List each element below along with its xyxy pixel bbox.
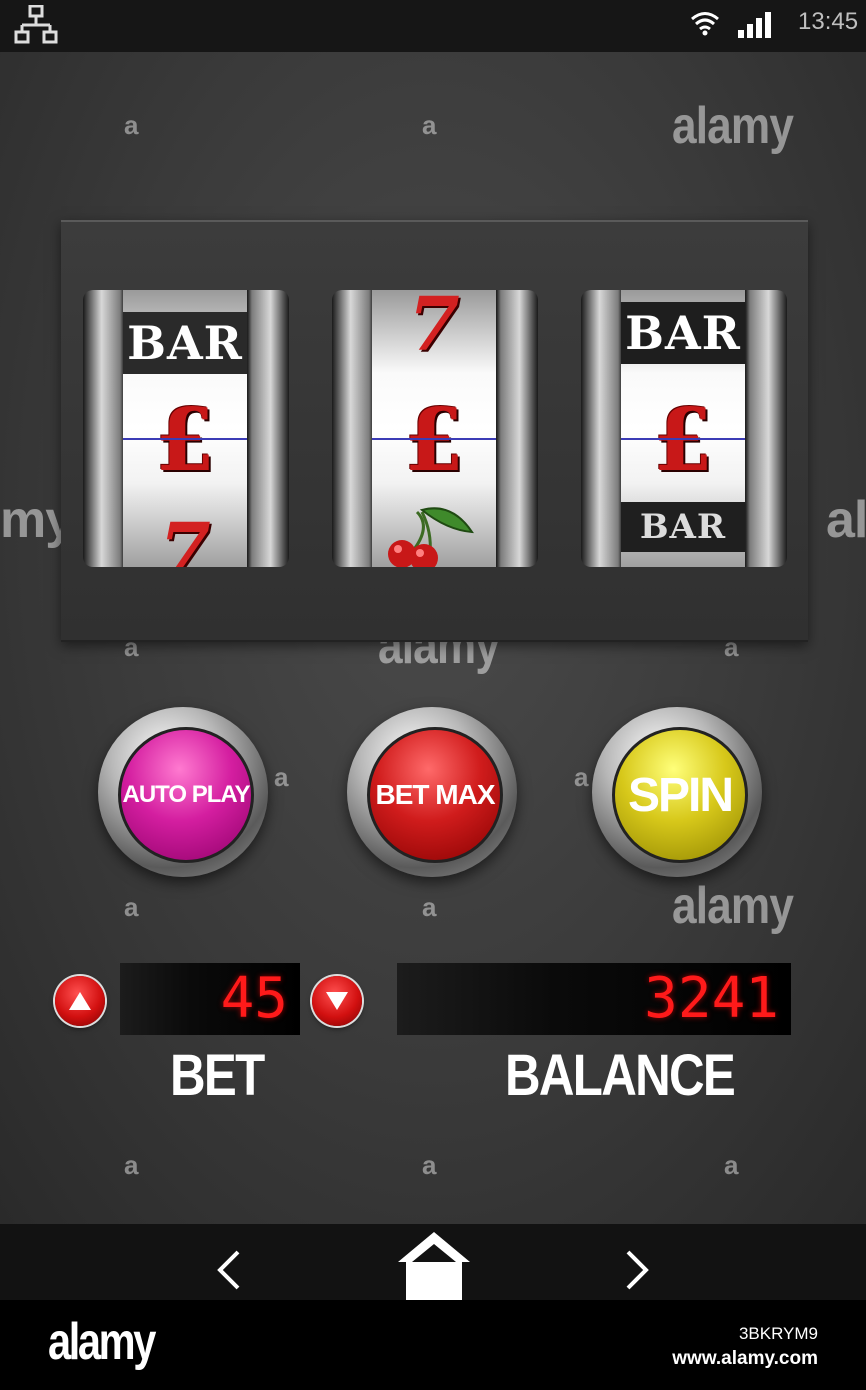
footer-url: www.alamy.com xyxy=(672,1348,818,1369)
reel-2: 7 £ xyxy=(332,290,538,567)
bet-decrease-button[interactable] xyxy=(312,976,362,1026)
spin-button[interactable]: SPIN xyxy=(592,707,762,877)
triangle-up-icon xyxy=(69,992,91,1010)
payline xyxy=(372,438,496,440)
auto-play-label: AUTO PLAY xyxy=(118,727,254,863)
bet-max-button[interactable]: BET MAX xyxy=(347,707,517,877)
footer-banner: alamy 3BKRYM9 www.alamy.com xyxy=(0,1300,866,1390)
wifi-icon xyxy=(691,12,719,36)
chevron-left-icon[interactable] xyxy=(212,1248,246,1292)
reel-symbol-middle: £ xyxy=(404,390,464,491)
bet-increase-button[interactable] xyxy=(55,976,105,1026)
status-time: 13:45 xyxy=(798,8,859,35)
auto-play-button[interactable]: AUTO PLAY xyxy=(98,707,268,877)
balance-display: 3241 xyxy=(397,963,791,1035)
triangle-down-icon xyxy=(326,992,348,1010)
bet-label: BET xyxy=(170,1043,265,1108)
cherry-icon xyxy=(388,507,474,567)
image-id: 3BKRYM9 xyxy=(738,1324,818,1343)
reel-symbol-bottom: BAR xyxy=(621,502,745,552)
reel-strip: BAR £ BAR xyxy=(621,290,745,567)
balance-label: BALANCE xyxy=(505,1043,736,1108)
network-icon xyxy=(14,5,58,44)
reel-symbol-top: BAR xyxy=(621,302,745,364)
chevron-right-icon[interactable] xyxy=(620,1248,654,1292)
reel-symbol-middle: £ xyxy=(653,390,713,491)
navigation-bar xyxy=(0,1224,866,1300)
bet-display: 45 xyxy=(120,963,300,1035)
reel-3: BAR £ BAR xyxy=(581,290,787,567)
reel-symbol-bottom: 7 xyxy=(159,508,211,567)
payline xyxy=(123,438,247,440)
reel-symbol-middle: £ xyxy=(155,390,215,491)
reel-strip: 7 £ xyxy=(372,290,496,567)
spin-label: SPIN xyxy=(612,727,748,863)
home-icon[interactable] xyxy=(396,1230,472,1300)
reel-symbol-top: 7 xyxy=(408,290,460,368)
reel-symbol-top: BAR xyxy=(123,312,247,374)
bet-max-label: BET MAX xyxy=(367,727,503,863)
footer-logo: alamy xyxy=(48,1313,156,1371)
signal-icon xyxy=(738,12,771,38)
status-bar: 13:45 xyxy=(0,0,866,52)
reel-1: BAR £ 7 xyxy=(83,290,289,567)
reel-strip: BAR £ 7 xyxy=(123,290,247,567)
payline xyxy=(621,438,745,440)
